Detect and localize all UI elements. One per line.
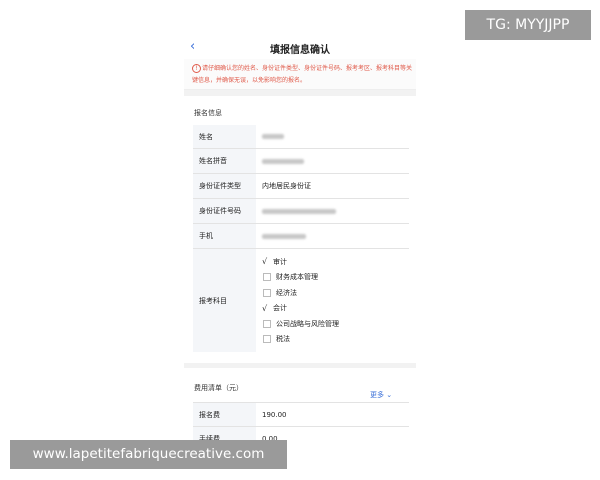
nav-bar: ‹ 填报信息确认 [184,38,416,58]
checkmark-icon: √ [262,303,268,313]
checkmark-icon: √ [262,257,268,267]
handling-fee-value: 0.00 [262,434,278,441]
subject-item[interactable]: √ 审计 [262,254,287,270]
phone-value [256,224,409,248]
table-row: 姓名 [193,125,409,149]
subject-item[interactable]: 税法 [262,332,290,348]
table-row: 手续费 0.00 [193,427,409,440]
table-row: 手机 [193,224,409,249]
subject-item[interactable]: 财务成本管理 [262,270,318,286]
row-label-name: 姓名 [193,125,256,148]
subject-label: 审计 [273,257,287,266]
registration-table: 姓名 姓名拼音 身份证件类型 内地居民身份证 身份证件号码 手机 报考科目 √ 审… [193,125,409,352]
registration-fee-value: 190.00 [262,410,287,419]
id-type-value: 内地居民身份证 [262,182,311,190]
checkbox[interactable] [263,288,271,297]
section-gap [184,363,416,368]
pinyin-value [256,149,409,173]
section-title-registration: 报名信息 [194,109,222,117]
fees-table: 报名费 190.00 手续费 0.00 [193,402,409,440]
chevron-down-icon: ⌄ [386,391,393,399]
section-gap [184,90,416,96]
subject-label: 财务成本管理 [276,273,318,282]
id-number-value [256,199,409,223]
name-value [256,125,409,148]
table-row: 报考科目 √ 审计 财务成本管理 经济法 √ 会计 公司战略与风险管理 税法 [193,249,409,352]
phone-screen: ‹ 填报信息确认 ! 请仔细确认您的姓名、身份证件类型、身份证件号码、报考考区、… [184,38,416,440]
table-row: 身份证件号码 [193,199,409,224]
row-label-id-number: 身份证件号码 [193,199,256,223]
notice-banner: ! 请仔细确认您的姓名、身份证件类型、身份证件号码、报考考区、报考科目等关键信息… [184,59,416,90]
subject-label: 税法 [276,335,290,344]
row-label-subjects: 报考科目 [193,249,256,352]
row-label-handling-fee: 手续费 [193,427,256,440]
table-row: 姓名拼音 [193,149,409,174]
subject-label: 经济法 [276,288,297,297]
subject-item[interactable]: √ 会计 [262,301,287,317]
watermark-bottom: www.lapetitefabriquecreative.com [10,440,287,469]
more-button[interactable]: 更多 ⌄ [370,390,392,400]
table-row: 身份证件类型 内地居民身份证 [193,174,409,199]
row-label-phone: 手机 [193,224,256,248]
checkbox[interactable] [263,319,271,328]
row-label-pinyin: 姓名拼音 [193,149,256,173]
row-label-id-type: 身份证件类型 [193,174,256,198]
notice-text: 请仔细确认您的姓名、身份证件类型、身份证件号码、报考考区、报考科目等关键信息，并… [192,65,413,84]
section-title-fees: 费用清单（元） [194,384,243,392]
subject-item[interactable]: 经济法 [262,285,297,301]
more-label: 更多 [370,391,384,399]
subject-item[interactable]: 公司战略与风险管理 [262,316,339,332]
watermark-top: TG: MYYJJPP [465,10,591,40]
subject-label: 会计 [273,304,287,313]
checkbox[interactable] [263,335,271,344]
checkbox[interactable] [263,273,271,282]
page-title: 填报信息确认 [270,45,330,56]
subjects-list: √ 审计 财务成本管理 经济法 √ 会计 公司战略与风险管理 税法 [256,249,409,352]
subject-label: 公司战略与风险管理 [276,319,339,328]
table-row: 报名费 190.00 [193,402,409,427]
row-label-registration-fee: 报名费 [193,403,256,426]
